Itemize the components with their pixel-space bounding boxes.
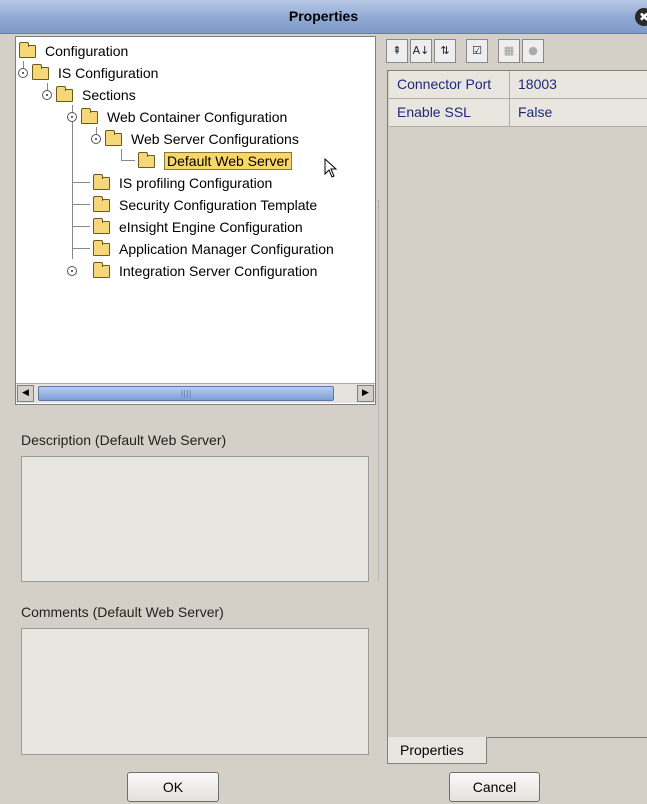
- folder-icon: [105, 129, 122, 146]
- tree-connector: [72, 248, 90, 249]
- panel-splitter[interactable]: [378, 200, 381, 580]
- tree-item-label: Sections: [82, 87, 136, 103]
- tab-properties[interactable]: Properties: [387, 737, 487, 764]
- tree-item-default-web-server[interactable]: Default Web Server: [138, 150, 292, 172]
- comments-field[interactable]: [21, 628, 369, 755]
- tree-connector: [121, 160, 135, 161]
- tree-item-sections[interactable]: Sections: [56, 84, 136, 106]
- tree-item-integration-server-configuration[interactable]: Integration Server Configuration: [93, 260, 317, 282]
- expand-toggle-icon[interactable]: [67, 266, 77, 276]
- tree-connector: [72, 226, 90, 227]
- checklist-icon[interactable]: ☑: [466, 39, 488, 63]
- tree-item-application-manager-configuration[interactable]: Application Manager Configuration: [93, 238, 334, 260]
- tree-item-label: Security Configuration Template: [119, 197, 318, 213]
- folder-icon: [81, 107, 98, 124]
- tree-connector: [72, 182, 90, 183]
- expand-toggle-icon[interactable]: [91, 134, 101, 144]
- expand-toggle-icon[interactable]: [18, 68, 28, 78]
- property-key: Enable SSL: [389, 99, 510, 127]
- cancel-button[interactable]: Cancel: [449, 772, 540, 802]
- tree-item-web-container-configuration[interactable]: Web Container Configuration: [81, 106, 287, 128]
- folder-icon: [93, 261, 110, 278]
- folder-icon: [56, 85, 73, 102]
- scroll-right-icon[interactable]: ▶: [357, 385, 374, 402]
- description-field[interactable]: [21, 456, 369, 582]
- expand-icon[interactable]: ⇞: [386, 39, 408, 63]
- folder-icon: [32, 63, 49, 80]
- tree-item-is-configuration[interactable]: IS Configuration: [32, 62, 158, 84]
- folder-icon: [138, 151, 155, 168]
- property-value[interactable]: 18003: [510, 71, 647, 99]
- folder-icon: [93, 217, 110, 234]
- tree-item-web-server-configurations[interactable]: Web Server Configurations: [105, 128, 299, 150]
- tree-connector: [72, 204, 90, 205]
- scroll-thumb[interactable]: ||||: [38, 386, 334, 401]
- tree-item-einsight-engine-configuration[interactable]: eInsight Engine Configuration: [93, 216, 303, 238]
- ok-button[interactable]: OK: [127, 772, 219, 802]
- folder-icon: [19, 41, 36, 58]
- property-grid: Connector Port 18003 Enable SSL False: [387, 70, 647, 738]
- scroll-left-icon[interactable]: ◀: [17, 385, 34, 402]
- tree-horizontal-scrollbar[interactable]: ◀ |||| ▶: [16, 383, 375, 403]
- tree-item-label: Integration Server Configuration: [119, 263, 318, 279]
- tree-item-security-configuration-template[interactable]: Security Configuration Template: [93, 194, 317, 216]
- property-key: Connector Port: [389, 71, 510, 99]
- window-title: Properties: [288, 8, 359, 24]
- description-label: Description (Default Web Server): [21, 432, 227, 448]
- comments-label: Comments (Default Web Server): [21, 604, 224, 620]
- help-icon[interactable]: ●: [522, 39, 544, 63]
- title-bar: Properties ✖: [0, 0, 647, 34]
- sort-az-icon[interactable]: A↓: [410, 39, 432, 63]
- grid-icon[interactable]: ▦: [498, 39, 520, 63]
- tree-item-label: IS Configuration: [58, 65, 159, 81]
- tree-item-configuration[interactable]: Configuration: [19, 40, 128, 62]
- expand-toggle-icon[interactable]: [42, 90, 52, 100]
- property-row[interactable]: Connector Port 18003: [389, 71, 647, 99]
- folder-icon: [93, 195, 110, 212]
- tree-item-label: Web Server Configurations: [131, 131, 299, 147]
- close-icon[interactable]: ✖: [635, 8, 647, 26]
- folder-icon: [93, 173, 110, 190]
- tree-item-label: Application Manager Configuration: [119, 241, 334, 257]
- tree-item-label: IS profiling Configuration: [119, 175, 273, 191]
- tree-item-label: eInsight Engine Configuration: [119, 219, 303, 235]
- configuration-tree[interactable]: Configuration IS Configuration Sections …: [15, 36, 376, 405]
- tree-item-label: Default Web Server: [164, 152, 292, 170]
- properties-toolbar: ⇞ A↓ ⇅ ☑ ▦ ●: [386, 36, 647, 66]
- folder-icon: [93, 239, 110, 256]
- property-row[interactable]: Enable SSL False: [389, 99, 647, 127]
- property-value[interactable]: False: [510, 99, 647, 127]
- tree-item-is-profiling-configuration[interactable]: IS profiling Configuration: [93, 172, 272, 194]
- expand-toggle-icon[interactable]: [67, 112, 77, 122]
- mouse-pointer-icon: [324, 158, 338, 178]
- sort-categories-icon[interactable]: ⇅: [434, 39, 456, 63]
- tree-item-label: Web Container Configuration: [107, 109, 288, 125]
- tree-item-label: Configuration: [45, 43, 129, 59]
